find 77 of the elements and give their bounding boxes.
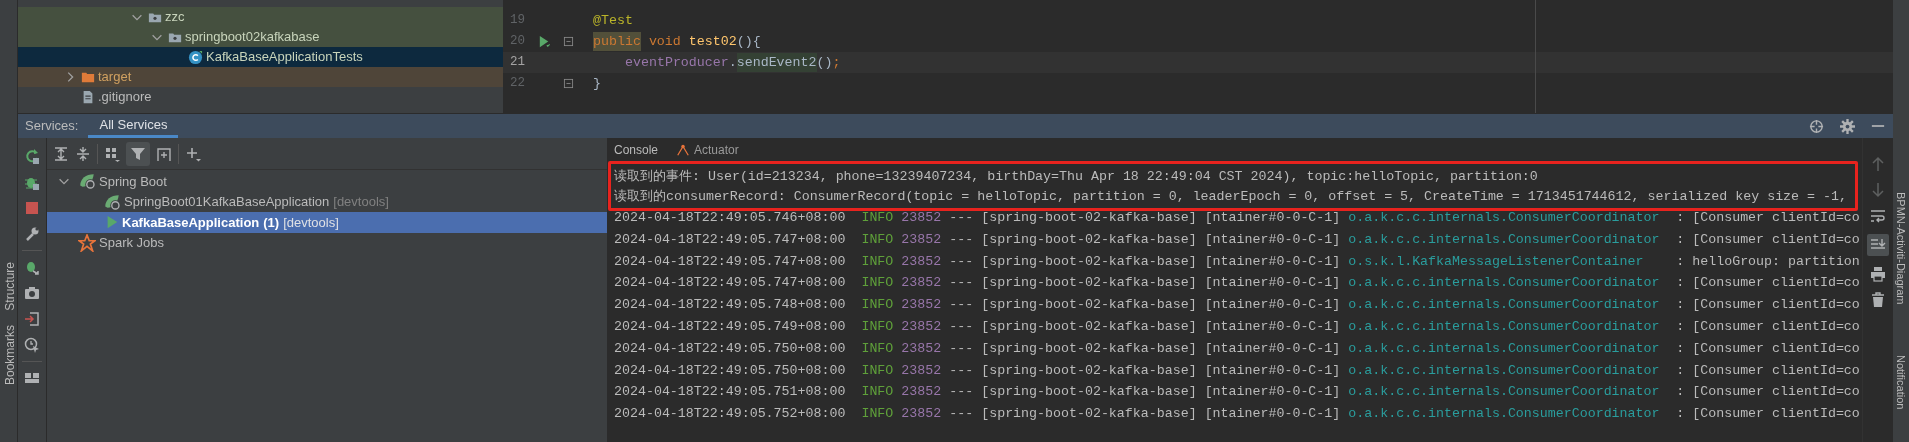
tool-window-tab[interactable]: Notification xyxy=(1894,355,1908,410)
tree-item[interactable]: KafkaBaseApplicationTests xyxy=(18,47,503,67)
line-number: 21 xyxy=(509,54,525,72)
log-line: 2024-04-18T22:49:05.750+08:00 INFO 23852 --- [spring-boot-02-kafka-base] [ntainer#0-0-C-1] o.a.k.c.c.internals.ConsumerCoordinator : [Consumer clientId=co xyxy=(614,339,1861,358)
fold-icon[interactable] xyxy=(563,36,574,47)
tree-item[interactable]: Spring Boot xyxy=(47,171,607,192)
code-token: ; xyxy=(832,53,841,72)
camera-icon[interactable] xyxy=(24,285,40,301)
code-token: . xyxy=(728,53,737,72)
line-number: 20 xyxy=(509,33,525,51)
tree-item[interactable]: target xyxy=(18,67,503,87)
console-line: 读取到的consumerRecord: ConsumerRecord(topic = helloTopic, partition = 0, leaderEpoch = 0, offset = 5, CreateTime = 1713451744612, serialized key size = -1, xyxy=(614,188,1848,206)
code-token: @Test xyxy=(593,11,633,30)
tree-item[interactable]: zzc xyxy=(18,7,503,27)
log-line: 2024-04-18T22:49:05.747+08:00 INFO 23852 --- [spring-boot-02-kafka-base] [ntainer#0-0-C-1] o.a.k.c.c.internals.ConsumerCoordinator : [Consumer clientId=co xyxy=(614,230,1861,249)
code-token: (){ xyxy=(736,32,761,51)
panel-title: Services: xyxy=(24,117,80,136)
star-icon xyxy=(78,233,96,252)
code-token: } xyxy=(593,74,601,93)
group-icon[interactable] xyxy=(104,145,120,162)
crosshair-icon[interactable] xyxy=(1809,118,1824,134)
tab[interactable]: Console xyxy=(614,140,659,160)
code-token: void xyxy=(648,32,681,51)
tab[interactable]: Actuator xyxy=(676,140,739,160)
stop-icon[interactable] xyxy=(24,200,40,216)
wrench-icon[interactable] xyxy=(24,226,40,242)
print-icon[interactable] xyxy=(1870,266,1886,282)
fold-icon[interactable] xyxy=(563,78,574,89)
code-token: test02 xyxy=(688,32,737,51)
tool-window-tab[interactable]: BPMN-Activiti-Diagram xyxy=(1894,192,1908,305)
collapse-all-icon[interactable] xyxy=(75,145,91,162)
run-icon[interactable] xyxy=(537,34,552,49)
filter-button[interactable] xyxy=(126,141,150,166)
trash-icon[interactable] xyxy=(1870,292,1886,308)
attach-debugger-icon[interactable] xyxy=(24,259,40,275)
import-icon[interactable] xyxy=(24,311,40,327)
code-token: sendEvent2 xyxy=(736,52,817,73)
folder-icon xyxy=(81,70,95,84)
code-token: eventProducer xyxy=(625,53,729,72)
clock-icon[interactable] xyxy=(24,337,40,353)
toggle-button[interactable] xyxy=(1867,234,1889,256)
tree-item[interactable]: KafkaBaseApplication (1) [devtools] xyxy=(47,212,607,233)
down-arrow-icon[interactable] xyxy=(1870,182,1886,198)
actuator-icon xyxy=(676,143,691,157)
log-line: 2024-04-18T22:49:05.748+08:00 INFO 23852 --- [spring-boot-02-kafka-base] [ntainer#0-0-C-1] o.a.k.c.c.internals.ConsumerCoordinator : [Consumer clientId=co xyxy=(614,296,1861,315)
tree-item[interactable]: springboot02kafkabase xyxy=(18,27,503,47)
soft-wrap-icon[interactable] xyxy=(1870,208,1886,224)
up-arrow-icon[interactable] xyxy=(1870,156,1886,172)
layout-icon[interactable] xyxy=(24,370,40,386)
tree-item[interactable]: .gitignore xyxy=(18,87,503,107)
tool-window-tab[interactable]: Bookmarks xyxy=(1,325,19,386)
code-token: () xyxy=(816,53,833,72)
log-line: 2024-04-18T22:49:05.747+08:00 INFO 23852 --- [spring-boot-02-kafka-base] [ntainer#0-0-C-1] o.a.k.c.c.internals.ConsumerCoordinator : [Consumer clientId=co xyxy=(614,274,1861,293)
rerun-icon[interactable] xyxy=(24,148,40,164)
expand-all-icon[interactable] xyxy=(53,145,69,162)
log-line: 2024-04-18T22:49:05.750+08:00 INFO 23852 --- [spring-boot-02-kafka-base] [ntainer#0-0-C-1] o.a.k.c.c.internals.ConsumerCoordinator : [Consumer clientId=co xyxy=(614,361,1861,380)
filter-icon xyxy=(130,145,146,162)
tree-item[interactable]: Spark Jobs xyxy=(47,232,607,253)
add-icon[interactable] xyxy=(185,145,201,162)
tool-window-tab[interactable]: Structure xyxy=(1,262,19,311)
line-number: 22 xyxy=(509,75,525,93)
console-line: 读取到的事件: User(id=213234, phone=13239407234, birthDay=Thu Apr 18 22:49:04 CST 2024), topic:helloTopic, partition:0 xyxy=(614,168,1539,186)
run-icon xyxy=(105,215,119,230)
new-tab-icon[interactable] xyxy=(156,145,172,162)
log-line: 2024-04-18T22:49:05.752+08:00 INFO 23852 --- [spring-boot-02-kafka-base] [ntainer#0-0-C-1] o.a.k.c.c.internals.ConsumerCoordinator : [Consumer clientId=co xyxy=(614,405,1861,424)
code-token: public xyxy=(593,31,641,52)
file-icon xyxy=(81,90,95,104)
line-number: 19 xyxy=(509,12,525,30)
settings-icon[interactable] xyxy=(1840,118,1855,134)
log-line: 2024-04-18T22:49:05.747+08:00 INFO 23852 --- [spring-boot-02-kafka-base] [ntainer#0-0-C-1] o.s.k.l.KafkaMessageListenerContainer : helloGroup: partition xyxy=(614,252,1861,271)
log-line: 2024-04-18T22:49:05.749+08:00 INFO 23852 --- [spring-boot-02-kafka-base] [ntainer#0-0-C-1] o.a.k.c.c.internals.ConsumerCoordinator : [Consumer clientId=co xyxy=(614,318,1861,336)
log-line: 2024-04-18T22:49:05.746+08:00 INFO 23852 --- [spring-boot-02-kafka-base] [ntainer#0-0-C-1] o.a.k.c.c.internals.ConsumerCoordinator : [Consumer clientId=co xyxy=(614,209,1861,227)
tree-item[interactable]: SpringBoot01KafkaBaseApplication [devtools] xyxy=(47,191,607,212)
log-line: 2024-04-18T22:49:05.751+08:00 INFO 23852 --- [spring-boot-02-kafka-base] [ntainer#0-0-C-1] o.a.k.c.c.internals.ConsumerCoordinator : [Consumer clientId=co xyxy=(614,383,1861,402)
spring-boot-icon xyxy=(103,192,121,211)
spring-boot-icon xyxy=(78,172,96,191)
class-icon xyxy=(188,49,203,65)
